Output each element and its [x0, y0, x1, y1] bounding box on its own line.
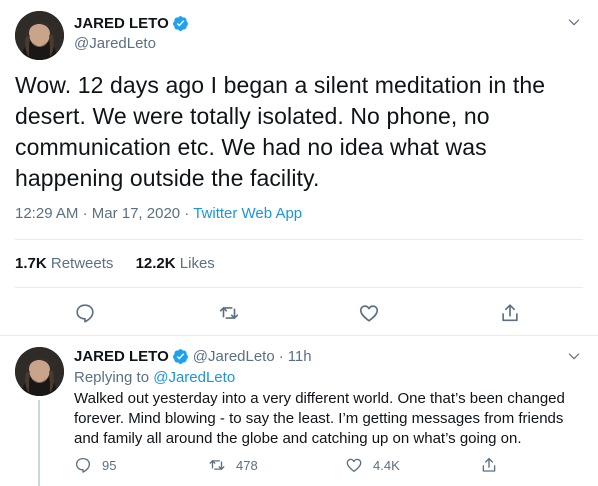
reply-count: 95 — [102, 457, 117, 473]
tweet-actions — [0, 300, 598, 326]
tweet-age[interactable]: 11h — [288, 348, 312, 365]
avatar[interactable] — [15, 347, 64, 396]
retweets-label: Retweets — [50, 255, 114, 272]
retweet-action[interactable]: 478 — [208, 456, 258, 474]
tweet-meta: 12:29 AM · Mar 17, 2020 · Twitter Web Ap… — [15, 205, 302, 222]
tweet-source-link[interactable]: Twitter Web App — [193, 205, 302, 222]
reply-text: Walked out yesterday into a very differe… — [74, 390, 565, 447]
heart-icon — [346, 458, 362, 473]
share-upload-icon[interactable] — [499, 302, 521, 324]
thread-line — [38, 400, 40, 486]
main-tweet: JARED LETO @JaredLeto Wow. 12 days ago I… — [0, 0, 598, 335]
reply-actions: 95 478 4.4K — [74, 456, 584, 476]
tweet-time[interactable]: 12:29 AM — [15, 205, 78, 222]
avatar[interactable] — [15, 11, 64, 60]
likes-count: 12.2K — [135, 255, 176, 272]
replying-mention-link[interactable]: @JaredLeto — [153, 369, 235, 386]
author-handle[interactable]: @JaredLeto — [193, 348, 275, 365]
author-handle[interactable]: @JaredLeto — [74, 35, 156, 52]
share-action[interactable] — [480, 456, 508, 474]
author-name[interactable]: JARED LETO — [74, 348, 169, 365]
heart-icon[interactable] — [358, 302, 380, 324]
chevron-down-icon[interactable] — [566, 14, 582, 30]
reply-bubble-icon[interactable] — [74, 302, 96, 324]
meta-separator: · — [184, 205, 190, 222]
retweets-count: 1.7K — [15, 255, 47, 272]
avatar-image — [15, 347, 64, 396]
likes-stat[interactable]: 12.2K Likes — [136, 255, 215, 272]
avatar-image — [15, 11, 64, 60]
retweets-stat[interactable]: 1.7K Retweets — [15, 255, 113, 272]
retweet-arrows-icon[interactable] — [218, 302, 240, 324]
share-upload-icon — [482, 457, 496, 472]
reply-action[interactable]: 95 — [74, 456, 116, 474]
retweet-count: 478 — [236, 457, 258, 473]
tweet-separator — [0, 335, 598, 336]
like-count: 4.4K — [373, 457, 400, 473]
verified-badge-icon — [172, 349, 188, 364]
author-name-row[interactable]: JARED LETO — [74, 15, 189, 32]
author-name[interactable]: JARED LETO — [74, 15, 169, 32]
chevron-down-icon[interactable] — [566, 348, 582, 364]
replying-prefix: Replying to — [74, 369, 150, 386]
author-name-row[interactable]: JARED LETO @JaredLeto · 11h — [74, 348, 312, 365]
likes-label: Likes — [179, 255, 215, 272]
replying-to: Replying to @JaredLeto — [74, 369, 235, 386]
like-action[interactable]: 4.4K — [345, 456, 400, 474]
tweet-date[interactable]: Mar 17, 2020 — [92, 205, 180, 222]
divider — [15, 287, 583, 288]
tweet-text: Wow. 12 days ago I began a silent medita… — [15, 72, 546, 191]
meta-separator: · — [82, 205, 88, 222]
verified-badge-icon — [172, 16, 188, 31]
reply-bubble-icon — [75, 457, 91, 473]
retweet-arrows-icon — [209, 460, 225, 470]
tweet-stats: 1.7K Retweets 12.2K Likes — [15, 255, 233, 272]
divider — [15, 239, 583, 240]
meta-separator: · — [278, 348, 284, 365]
